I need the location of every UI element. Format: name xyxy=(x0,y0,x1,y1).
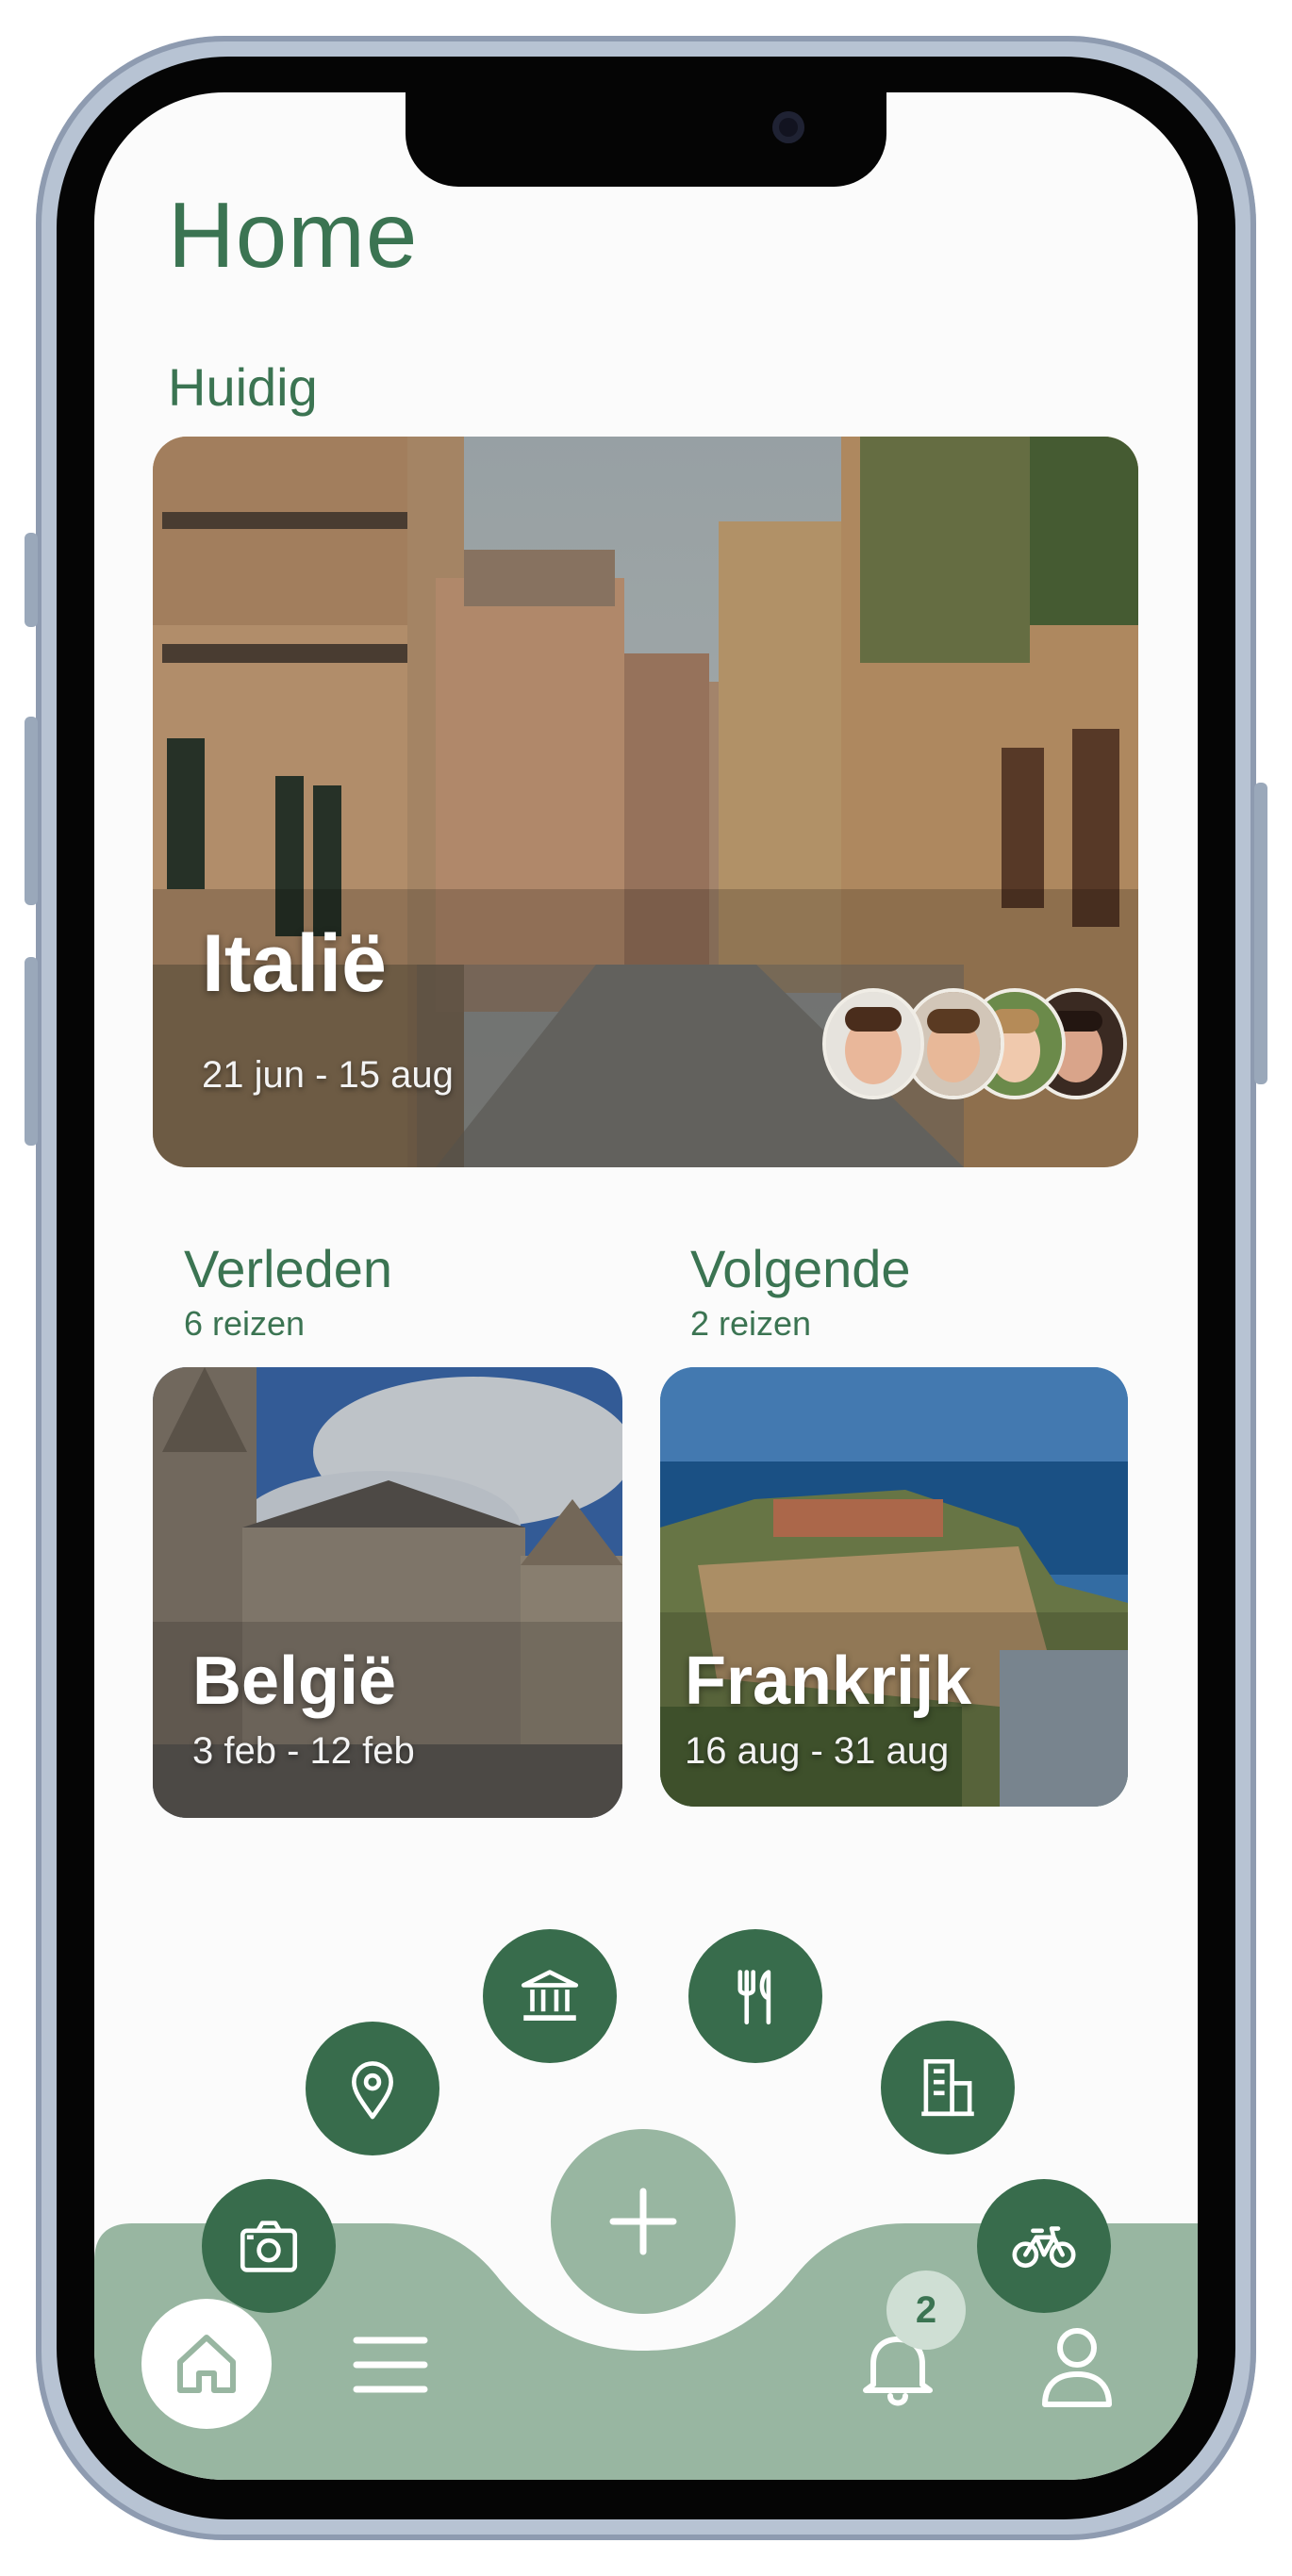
volume-down-button xyxy=(25,957,38,1146)
location-pin-icon xyxy=(352,2061,393,2120)
hotel-button[interactable] xyxy=(881,2021,1015,2155)
participant-avatar xyxy=(822,988,924,1099)
restaurant-icon xyxy=(737,1970,771,2025)
upcoming-trip-card[interactable]: Frankrijk 16 aug - 31 aug xyxy=(660,1367,1128,1807)
museum-button[interactable] xyxy=(483,1929,617,2063)
profile-icon xyxy=(1042,2328,1112,2407)
mute-switch xyxy=(25,533,38,627)
screen: Home Huidig Italië 21 jun - 15 aug Verle… xyxy=(94,92,1198,2480)
page-title: Home xyxy=(168,183,419,287)
camera-button[interactable] xyxy=(202,2179,336,2313)
tab-menu[interactable] xyxy=(351,2327,430,2403)
section-current-label: Huidig xyxy=(168,357,318,417)
current-trip-dates: 21 jun - 15 aug xyxy=(202,1054,454,1096)
front-camera xyxy=(772,111,804,143)
restaurant-button[interactable] xyxy=(688,1929,822,2063)
current-trip-card[interactable]: Italië 21 jun - 15 aug xyxy=(153,437,1138,1167)
tab-profile[interactable] xyxy=(1037,2323,1117,2410)
tab-home[interactable] xyxy=(141,2299,272,2429)
camera-icon xyxy=(240,2221,298,2272)
section-past-label: Verleden xyxy=(184,1239,393,1298)
hotel-icon xyxy=(921,2058,974,2117)
section-upcoming-label: Volgende xyxy=(690,1239,911,1298)
bicycle-button[interactable] xyxy=(977,2179,1111,2313)
notification-badge: 2 xyxy=(886,2271,966,2350)
past-trip-count: 6 reizen xyxy=(184,1304,306,1343)
upcoming-trip-count: 2 reizen xyxy=(690,1304,812,1343)
museum-icon xyxy=(521,1970,579,2022)
location-button[interactable] xyxy=(306,2022,439,2155)
past-trip-country: België xyxy=(192,1643,397,1719)
home-icon xyxy=(177,2335,236,2393)
past-trip-dates: 3 feb - 12 feb xyxy=(192,1730,415,1772)
upcoming-trip-country: Frankrijk xyxy=(685,1643,972,1719)
current-trip-country: Italië xyxy=(202,918,387,1009)
volume-up-button xyxy=(25,717,38,905)
notch xyxy=(406,92,886,187)
upcoming-trip-dates: 16 aug - 31 aug xyxy=(685,1730,950,1772)
past-trip-card[interactable]: België 3 feb - 12 feb xyxy=(153,1367,622,1818)
add-trip-button[interactable] xyxy=(551,2129,736,2314)
bicycle-icon xyxy=(1012,2226,1076,2269)
plus-icon xyxy=(609,2188,677,2255)
menu-icon xyxy=(353,2337,428,2393)
power-button xyxy=(1254,783,1267,1084)
